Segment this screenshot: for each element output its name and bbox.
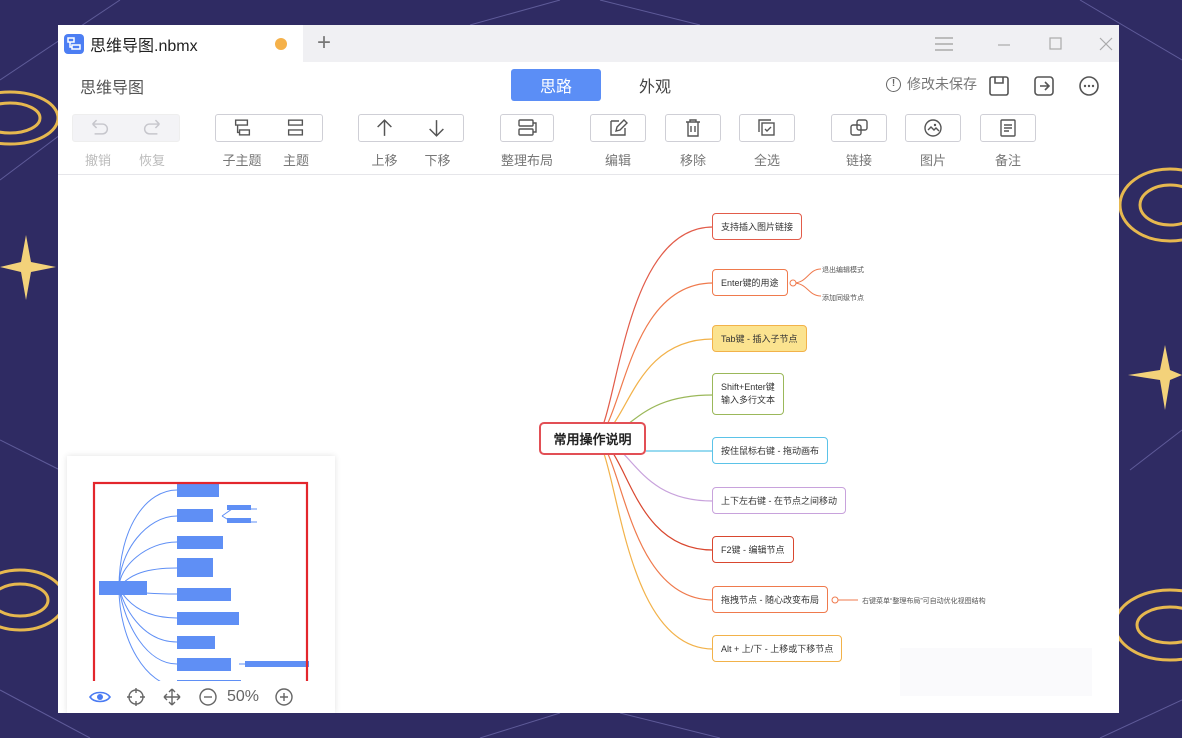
tab-mindmap-mode[interactable]: 思路 (511, 69, 601, 101)
select-all-button[interactable] (739, 114, 795, 142)
topic-icon[interactable] (269, 115, 322, 141)
image-button[interactable] (905, 114, 961, 142)
sub-node-tidy-tip[interactable]: 右键菜单“整理布局”可自动优化视图结构 (862, 596, 986, 606)
trash-icon (686, 119, 700, 137)
edit-icon (610, 119, 628, 136)
note-button[interactable] (980, 114, 1036, 142)
child-topic-icon[interactable] (216, 115, 269, 141)
branch-node-image-link[interactable]: 支持插入图片链接 (712, 213, 803, 240)
toolbar: 撤销 恢复 子主题 主题 上移 下移 整理布局 编辑 移除 全选 链接 图片 备… (58, 106, 1119, 174)
branch-node-arrow-keys[interactable]: 上下左右键 - 在节点之间移动 (712, 487, 846, 514)
info-icon: ! (886, 76, 901, 92)
child-topic-label: 子主题 (222, 153, 262, 168)
save-status-text: 修改未保存 (907, 76, 977, 92)
tidy-layout-label: 整理布局 (500, 153, 553, 168)
move-group (358, 114, 464, 142)
topic-group (215, 114, 323, 142)
branch-node-drag-node[interactable]: 拖拽节点 - 随心改变布局 (712, 586, 828, 613)
tidy-layout-button[interactable] (500, 114, 554, 142)
more-icon[interactable] (1078, 75, 1100, 97)
zoom-in-icon[interactable] (271, 687, 297, 707)
unsaved-dot-icon (275, 38, 287, 50)
note-icon (1000, 119, 1016, 137)
minimap-view[interactable] (67, 456, 335, 681)
export-icon[interactable] (1033, 75, 1055, 97)
undo-redo-group (72, 114, 180, 142)
title-bar: 思维导图.nbmx + (58, 25, 1119, 62)
tab-appearance-mode[interactable]: 外观 (610, 69, 700, 101)
branch-node-shift-enter[interactable]: Shift+Enter键 输入多行文本 (712, 373, 785, 415)
new-tab-plus-icon[interactable]: + (314, 29, 334, 57)
remove-button[interactable] (665, 114, 721, 142)
minimap-controls: 50% (67, 681, 335, 713)
undo-label: 撤销 (84, 153, 111, 168)
menu-icon[interactable] (931, 31, 957, 57)
redo-label: 恢复 (138, 153, 165, 168)
move-canvas-icon[interactable] (159, 687, 185, 707)
minimize-icon[interactable] (991, 31, 1017, 57)
tab-title: 思维导图.nbmx (90, 37, 198, 55)
root-node[interactable]: 常用操作说明 (539, 422, 646, 455)
move-down-label: 下移 (424, 153, 451, 168)
save-status: ! 修改未保存 (886, 74, 977, 94)
select-all-icon (758, 119, 775, 136)
eye-icon[interactable] (87, 687, 113, 707)
image-label: 图片 (919, 153, 946, 168)
edit-label: 编辑 (604, 153, 631, 168)
locate-icon[interactable] (123, 687, 149, 707)
app-title: 思维导图 (80, 80, 145, 97)
remove-label: 移除 (679, 153, 706, 168)
canvas-overlay-placeholder (900, 648, 1092, 696)
arrow-up-icon[interactable] (359, 115, 411, 141)
mindmap-app-icon (64, 33, 84, 54)
image-icon (924, 119, 942, 137)
undo-icon[interactable] (73, 115, 126, 141)
branch-node-tab-key[interactable]: Tab键 - 插入子节点 (712, 325, 807, 352)
save-icon[interactable] (988, 75, 1010, 97)
minimap-panel: 50% (67, 456, 335, 713)
app-header: 思维导图 思路 外观 ! 修改未保存 (58, 62, 1119, 106)
mindmap-canvas[interactable]: 常用操作说明 支持插入图片链接 Enter键的用途 退出编辑模式 添加同级节点 … (58, 175, 1119, 713)
branch-node-right-drag[interactable]: 按住鼠标右键 - 拖动画布 (712, 437, 828, 464)
edit-button[interactable] (590, 114, 646, 142)
link-button[interactable] (831, 114, 887, 142)
select-all-label: 全选 (753, 153, 780, 168)
link-icon (850, 119, 868, 136)
zoom-level: 50% (227, 688, 260, 705)
layout-icon (518, 119, 537, 136)
branch-node-shift-enter-line1: Shift+Enter键 (721, 382, 775, 392)
branch-node-enter-key[interactable]: Enter键的用途 (712, 269, 788, 296)
redo-icon[interactable] (126, 115, 179, 141)
close-icon[interactable] (1093, 31, 1119, 57)
branch-node-shift-enter-line2: 输入多行文本 (721, 395, 776, 405)
branch-node-f2-key[interactable]: F2键 - 编辑节点 (712, 536, 794, 563)
sub-node-exit-edit[interactable]: 退出编辑模式 (822, 265, 864, 275)
move-up-label: 上移 (371, 153, 398, 168)
branch-node-alt-updown[interactable]: Alt + 上/下 - 上移或下移节点 (712, 635, 843, 662)
note-label: 备注 (994, 153, 1021, 168)
maximize-icon[interactable] (1043, 31, 1069, 57)
arrow-down-icon[interactable] (411, 115, 463, 141)
sub-node-add-sibling[interactable]: 添加同级节点 (822, 293, 864, 303)
zoom-out-icon[interactable] (195, 687, 221, 707)
link-label: 链接 (845, 153, 872, 168)
document-tab[interactable]: 思维导图.nbmx (58, 25, 303, 62)
app-window: 思维导图.nbmx + 思维导图 思路 外观 ! 修改未保存 撤销 恢复 子主题 … (58, 25, 1119, 713)
topic-label: 主题 (282, 153, 309, 168)
